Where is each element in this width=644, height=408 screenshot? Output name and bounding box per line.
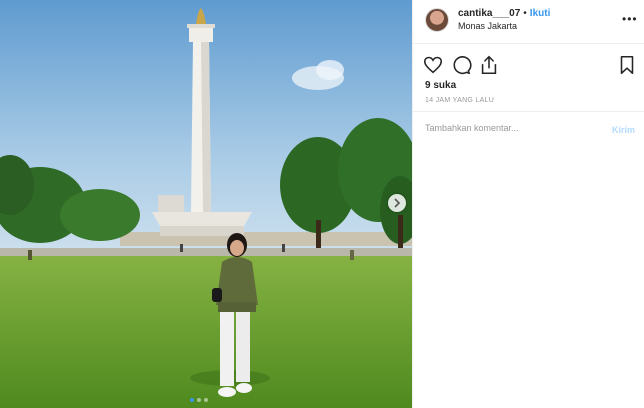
comment-bar: Kirim xyxy=(413,111,644,147)
follow-button[interactable]: Ikuti xyxy=(530,8,551,19)
location-link[interactable]: Monas Jakarta xyxy=(458,21,517,31)
username-link[interactable]: cantika___07 xyxy=(458,8,520,19)
post-photo[interactable] xyxy=(0,0,412,408)
save-button[interactable] xyxy=(616,54,638,76)
comment-button[interactable] xyxy=(450,54,472,76)
separator: • xyxy=(523,8,527,19)
comment-input[interactable] xyxy=(425,123,595,133)
avatar[interactable] xyxy=(425,8,449,32)
user-line: cantika___07 • Ikuti xyxy=(458,8,550,19)
post-header: cantika___07 • Ikuti Monas Jakarta ••• xyxy=(413,0,644,44)
action-bar xyxy=(413,52,644,78)
bookmark-icon xyxy=(620,55,634,75)
carousel-dot xyxy=(190,398,194,402)
more-options-button[interactable]: ••• xyxy=(622,12,638,26)
like-button[interactable] xyxy=(422,54,444,76)
comment-icon xyxy=(453,56,472,75)
share-button[interactable] xyxy=(478,54,500,76)
share-icon xyxy=(481,55,497,75)
photo-scene xyxy=(0,0,412,408)
likes-count[interactable]: 9 suka xyxy=(425,80,456,91)
chevron-right-icon xyxy=(394,198,401,208)
carousel-dot xyxy=(204,398,208,402)
post-side-panel: cantika___07 • Ikuti Monas Jakarta ••• 9… xyxy=(412,0,644,408)
carousel-dots xyxy=(190,398,208,402)
carousel-dot xyxy=(197,398,201,402)
post-timestamp[interactable]: 14 JAM YANG LALU xyxy=(425,97,494,104)
heart-icon xyxy=(423,56,443,74)
post-comment-button[interactable]: Kirim xyxy=(612,125,635,135)
next-photo-button[interactable] xyxy=(388,194,406,212)
